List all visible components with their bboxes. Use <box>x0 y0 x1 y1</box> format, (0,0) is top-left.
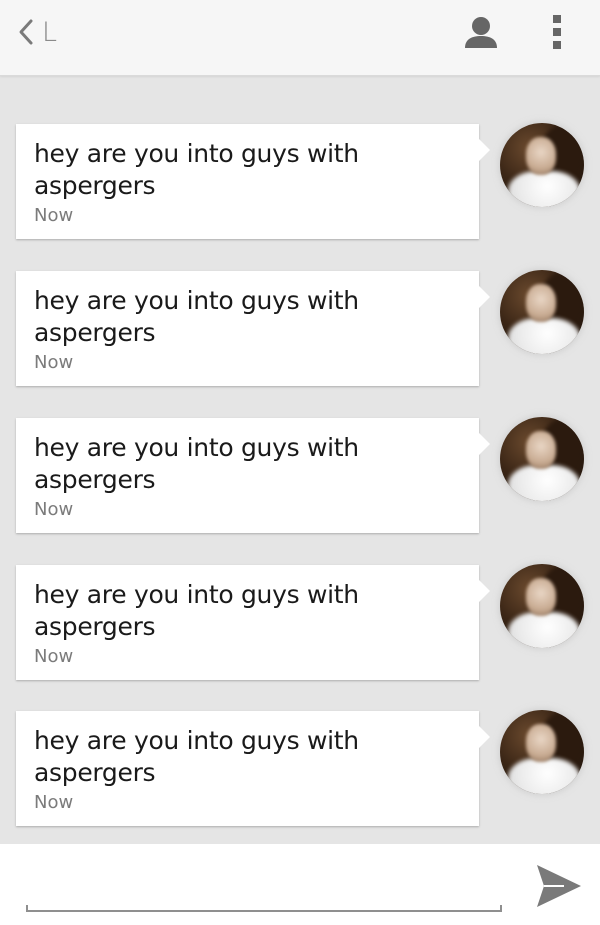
contact-avatar[interactable] <box>500 270 584 354</box>
contact-avatar[interactable] <box>500 710 584 794</box>
person-icon <box>462 17 500 56</box>
message-text: hey are you into guys with aspergers <box>34 433 359 494</box>
message-bubble[interactable]: hey are you into guys with aspergers Now <box>16 711 490 826</box>
message-timestamp: Now <box>34 792 74 813</box>
message-timestamp: Now <box>34 646 74 667</box>
message-text: hey are you into guys with aspergers <box>34 286 359 347</box>
more-vert-icon <box>546 15 568 54</box>
send-button[interactable] <box>534 862 584 910</box>
contact-button[interactable] <box>462 14 500 52</box>
chevron-left-icon <box>18 18 34 46</box>
contact-avatar[interactable] <box>500 123 584 207</box>
message-bubble[interactable]: hey are you into guys with aspergers Now <box>16 124 490 239</box>
message-input-area <box>26 852 502 914</box>
message-text: hey are you into guys with aspergers <box>34 580 359 641</box>
overflow-menu-button[interactable] <box>546 14 568 50</box>
message-item[interactable]: hey are you into guys with aspergers Now <box>0 564 600 683</box>
message-composer <box>0 844 600 925</box>
contact-avatar[interactable] <box>500 564 584 648</box>
message-input[interactable] <box>26 852 502 908</box>
message-bubble[interactable]: hey are you into guys with aspergers Now <box>16 418 490 533</box>
send-icon <box>534 865 584 914</box>
message-item[interactable]: hey are you into guys with aspergers Now <box>0 710 600 829</box>
message-item[interactable]: hey are you into guys with aspergers Now <box>0 417 600 536</box>
message-timestamp: Now <box>34 499 74 520</box>
message-item[interactable]: hey are you into guys with aspergers Now <box>0 270 600 389</box>
message-timestamp: Now <box>34 205 74 226</box>
message-item[interactable]: hey are you into guys with aspergers Now <box>0 123 600 242</box>
message-bubble[interactable]: hey are you into guys with aspergers Now <box>16 271 490 386</box>
conversation-title: L <box>42 16 58 48</box>
input-underline <box>26 905 502 912</box>
message-timestamp: Now <box>34 352 74 373</box>
contact-avatar[interactable] <box>500 417 584 501</box>
back-button[interactable]: L <box>18 14 57 50</box>
conversation-list[interactable]: hey are you into guys with aspergers Now… <box>0 76 600 844</box>
messaging-app: L hey are you into guys with aspergers N… <box>0 0 600 925</box>
action-bar: L <box>0 0 600 76</box>
message-bubble[interactable]: hey are you into guys with aspergers Now <box>16 565 490 680</box>
message-text: hey are you into guys with aspergers <box>34 139 359 200</box>
message-text: hey are you into guys with aspergers <box>34 726 359 787</box>
